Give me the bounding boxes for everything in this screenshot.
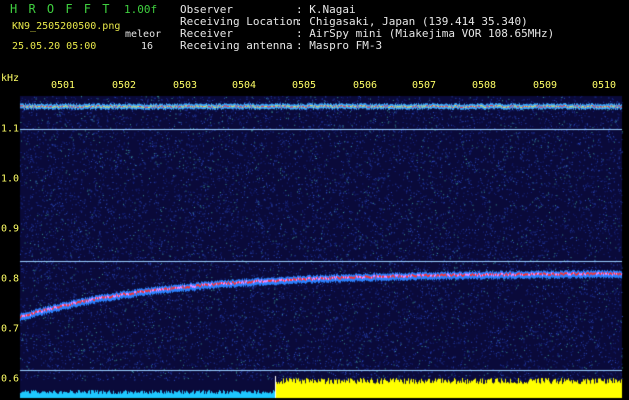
antenna-key: Receiving antenna (180, 39, 293, 52)
filename-label: KN9_2505200500.png (12, 21, 121, 32)
version-label: 1.00f (124, 3, 158, 16)
freq-tick-1-0: 1.0 (1, 173, 20, 185)
time-tick-0509: 0509 (532, 80, 558, 91)
mode-label: meleor (125, 29, 162, 40)
time-tick-0505: 0505 (291, 80, 317, 91)
time-tick-0503: 0503 (172, 80, 198, 91)
time-tick-0506: 0506 (352, 80, 378, 91)
app-title: H R O F F T (10, 2, 112, 16)
time-tick-0504: 0504 (231, 80, 257, 91)
freq-tick-0-8: 0.8 (1, 273, 20, 285)
freq-tick-1-1: 1.1 (1, 123, 20, 135)
freq-tick-0-7: 0.7 (1, 323, 20, 335)
time-tick-0508: 0508 (471, 80, 497, 91)
freq-tick-0-6: 0.6 (1, 373, 20, 385)
hroft-window: H R O F F T 1.00f KN9_2505200500.png mel… (0, 0, 629, 400)
datetime-label: 25.05.20 05:00 (12, 41, 97, 52)
time-tick-0502: 0502 (111, 80, 137, 91)
time-tick-0510: 0510 (591, 80, 617, 91)
count-label: 16 (141, 41, 154, 52)
time-tick-0507: 0507 (411, 80, 437, 91)
spectrogram (0, 0, 629, 400)
antenna-value: : Maspro FM-3 (296, 39, 383, 52)
freq-tick-0-9: 0.9 (1, 223, 20, 235)
frequency-unit-label: kHz (1, 73, 20, 84)
time-tick-0501: 0501 (50, 80, 76, 91)
